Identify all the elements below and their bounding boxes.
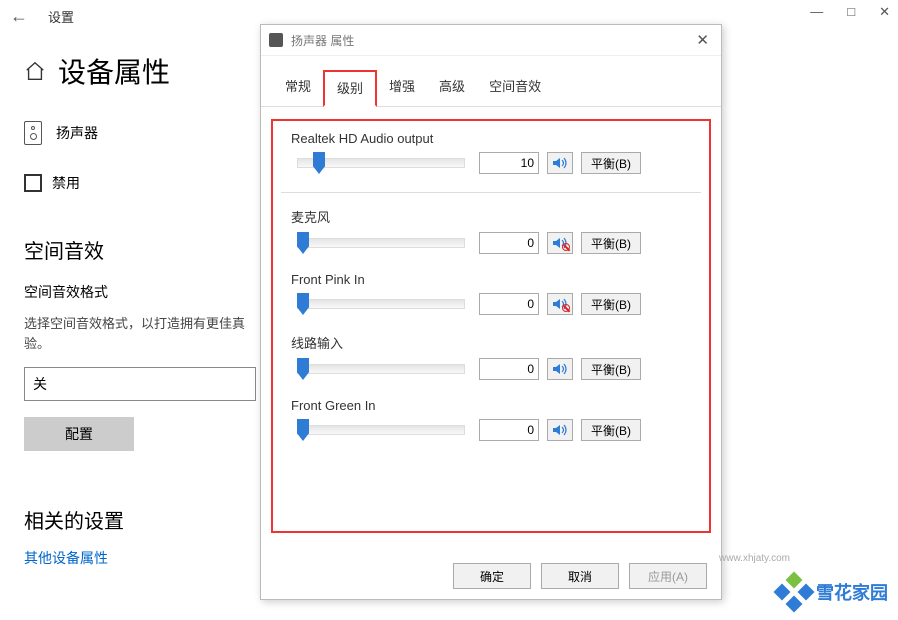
- watermark-text: 雪花家园: [816, 579, 888, 605]
- tab-高级[interactable]: 高级: [427, 70, 477, 106]
- close-icon[interactable]: ✕: [879, 4, 890, 20]
- volume-input[interactable]: [479, 232, 539, 254]
- watermark-url: www.xhjaty.com: [719, 553, 790, 564]
- dialog-close-icon[interactable]: ✕: [692, 31, 713, 49]
- mute-button[interactable]: [547, 152, 573, 174]
- cancel-button[interactable]: 取消: [541, 563, 619, 589]
- spatial-value: 关: [33, 374, 47, 394]
- volume-slider[interactable]: [291, 358, 471, 380]
- window-controls: — □ ✕: [810, 4, 890, 20]
- volume-slider[interactable]: [291, 152, 471, 174]
- mute-button[interactable]: [547, 293, 573, 315]
- channel-label: Front Pink In: [291, 272, 691, 287]
- spatial-select[interactable]: 关: [24, 367, 256, 401]
- dialog-icon: [269, 33, 283, 47]
- balance-button[interactable]: 平衡(B): [581, 293, 641, 315]
- mute-button[interactable]: [547, 358, 573, 380]
- channel-label: Front Green In: [291, 398, 691, 413]
- volume-slider[interactable]: [291, 232, 471, 254]
- tab-增强[interactable]: 增强: [377, 70, 427, 106]
- tab-空间音效[interactable]: 空间音效: [477, 70, 553, 106]
- channel-label: 麦克风: [291, 207, 691, 226]
- speaker-device-icon: [24, 121, 42, 145]
- volume-slider[interactable]: [291, 419, 471, 441]
- related-link[interactable]: 其他设备属性: [24, 548, 108, 568]
- tab-级别[interactable]: 级别: [323, 70, 377, 107]
- watermark-logo-icon: [776, 574, 812, 610]
- balance-button[interactable]: 平衡(B): [581, 152, 641, 174]
- volume-input[interactable]: [479, 152, 539, 174]
- volume-input[interactable]: [479, 419, 539, 441]
- page-title: 设备属性: [58, 51, 170, 91]
- maximize-icon[interactable]: □: [847, 4, 855, 20]
- apply-button[interactable]: 应用(A): [629, 563, 707, 589]
- mute-button[interactable]: [547, 232, 573, 254]
- balance-button[interactable]: 平衡(B): [581, 419, 641, 441]
- speaker-properties-dialog: 扬声器 属性 ✕ 常规级别增强高级空间音效 Realtek HD Audio o…: [260, 24, 722, 600]
- volume-input[interactable]: [479, 293, 539, 315]
- watermark: 雪花家园: [776, 574, 888, 610]
- home-icon[interactable]: [24, 60, 46, 82]
- balance-button[interactable]: 平衡(B): [581, 232, 641, 254]
- balance-button[interactable]: 平衡(B): [581, 358, 641, 380]
- configure-button[interactable]: 配置: [24, 417, 134, 451]
- dialog-title: 扬声器 属性: [291, 32, 692, 49]
- back-icon[interactable]: ←: [10, 6, 28, 27]
- settings-title: 设置: [48, 7, 74, 26]
- minimize-icon[interactable]: —: [810, 4, 823, 20]
- volume-slider[interactable]: [291, 293, 471, 315]
- channel-label: 线路输入: [291, 333, 691, 352]
- disable-label: 禁用: [52, 173, 80, 193]
- spatial-desc: 选择空间音效格式，以打造拥有更佳真验。: [24, 314, 254, 353]
- volume-input[interactable]: [479, 358, 539, 380]
- mute-button[interactable]: [547, 419, 573, 441]
- ok-button[interactable]: 确定: [453, 563, 531, 589]
- device-name[interactable]: 扬声器: [56, 123, 98, 143]
- tab-常规[interactable]: 常规: [273, 70, 323, 106]
- channel-label: Realtek HD Audio output: [291, 131, 691, 146]
- disable-checkbox[interactable]: [24, 174, 42, 192]
